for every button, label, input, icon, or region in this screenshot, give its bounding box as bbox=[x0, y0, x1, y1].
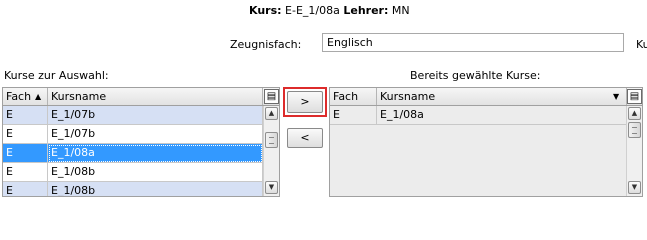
remove-course-label: < bbox=[300, 131, 310, 144]
cell-kursname: E_1/08b bbox=[48, 182, 263, 196]
add-course-button[interactable]: > bbox=[287, 91, 323, 113]
column-header-fach[interactable]: Fach ▲ bbox=[3, 88, 48, 105]
cell-kursname: E_1/08a bbox=[48, 144, 263, 163]
column-header-kursname[interactable]: Kursname bbox=[48, 88, 263, 105]
grid-header: Fach ▲ Kursname ▤ bbox=[3, 88, 279, 106]
scroll-up-arrow-icon[interactable]: ▲ bbox=[628, 107, 641, 120]
zeugnisfach-field[interactable]: Englisch bbox=[322, 33, 624, 52]
table-row-selected[interactable]: E E_1/08a bbox=[3, 144, 265, 163]
scroll-up-arrow-icon[interactable]: ▲ bbox=[265, 107, 278, 120]
scroll-down-arrow-icon[interactable]: ▼ bbox=[265, 181, 278, 194]
column-chooser-icon[interactable]: ▤ bbox=[264, 89, 279, 104]
scrollbar-thumb[interactable] bbox=[265, 132, 278, 148]
lehrer-label: Lehrer: bbox=[343, 4, 389, 17]
cell-kursname: E_1/07b bbox=[48, 106, 263, 125]
cell-kursname: E_1/07b bbox=[48, 125, 263, 144]
table-row[interactable]: E E_1/08b bbox=[3, 163, 265, 182]
cut-off-label: Ku bbox=[636, 38, 647, 51]
scrollbar-thumb[interactable] bbox=[628, 122, 641, 138]
cell-fach: E bbox=[3, 106, 48, 125]
scroll-down-arrow-icon[interactable]: ▼ bbox=[628, 181, 641, 194]
cell-fach: E bbox=[330, 106, 377, 125]
cell-fach: E bbox=[3, 125, 48, 144]
add-course-label: > bbox=[300, 95, 310, 108]
vertical-scrollbar[interactable]: ▲ ▼ bbox=[626, 106, 642, 196]
grid-header: Fach Kursname ▼ ▤ bbox=[330, 88, 642, 106]
cell-kursname: E_1/08b bbox=[48, 163, 263, 182]
remove-course-button[interactable]: < bbox=[287, 128, 323, 148]
selected-courses-grid[interactable]: Fach Kursname ▼ ▤ E E_1/08a ▲ ▼ bbox=[329, 87, 643, 197]
cell-fach: E bbox=[3, 182, 48, 196]
course-header: Kurs: E-E_1/08a Lehrer: MN bbox=[249, 4, 410, 18]
lehrer-value: MN bbox=[391, 4, 410, 17]
column-chooser-icon[interactable]: ▤ bbox=[627, 89, 642, 104]
selected-courses-title: Bereits gewählte Kurse: bbox=[410, 69, 541, 82]
cell-kursname: E_1/08a bbox=[377, 106, 627, 125]
table-row[interactable]: E E_1/08b bbox=[3, 182, 265, 196]
available-courses-title: Kurse zur Auswahl: bbox=[4, 69, 109, 82]
kurs-label: Kurs: bbox=[249, 4, 282, 17]
column-header-fach[interactable]: Fach bbox=[330, 88, 377, 105]
sort-ascending-icon: ▲ bbox=[35, 92, 42, 101]
vertical-scrollbar[interactable]: ▲ ▼ bbox=[263, 106, 279, 196]
zeugnisfach-value: Englisch bbox=[327, 36, 373, 49]
table-row[interactable]: E E_1/07b bbox=[3, 106, 265, 125]
available-courses-grid[interactable]: Fach ▲ Kursname ▤ E E_1/07b E E_1/07b E … bbox=[2, 87, 280, 197]
zeugnisfach-label: Zeugnisfach: bbox=[230, 38, 302, 51]
cell-fach: E bbox=[3, 144, 48, 163]
kurs-value: E-E_1/08a bbox=[285, 4, 340, 17]
sort-descending-icon: ▼ bbox=[613, 92, 620, 101]
column-header-kursname[interactable]: Kursname ▼ bbox=[377, 88, 627, 105]
table-row[interactable]: E E_1/07b bbox=[3, 125, 265, 144]
cell-fach: E bbox=[3, 163, 48, 182]
table-row[interactable]: E E_1/08a bbox=[330, 106, 628, 125]
